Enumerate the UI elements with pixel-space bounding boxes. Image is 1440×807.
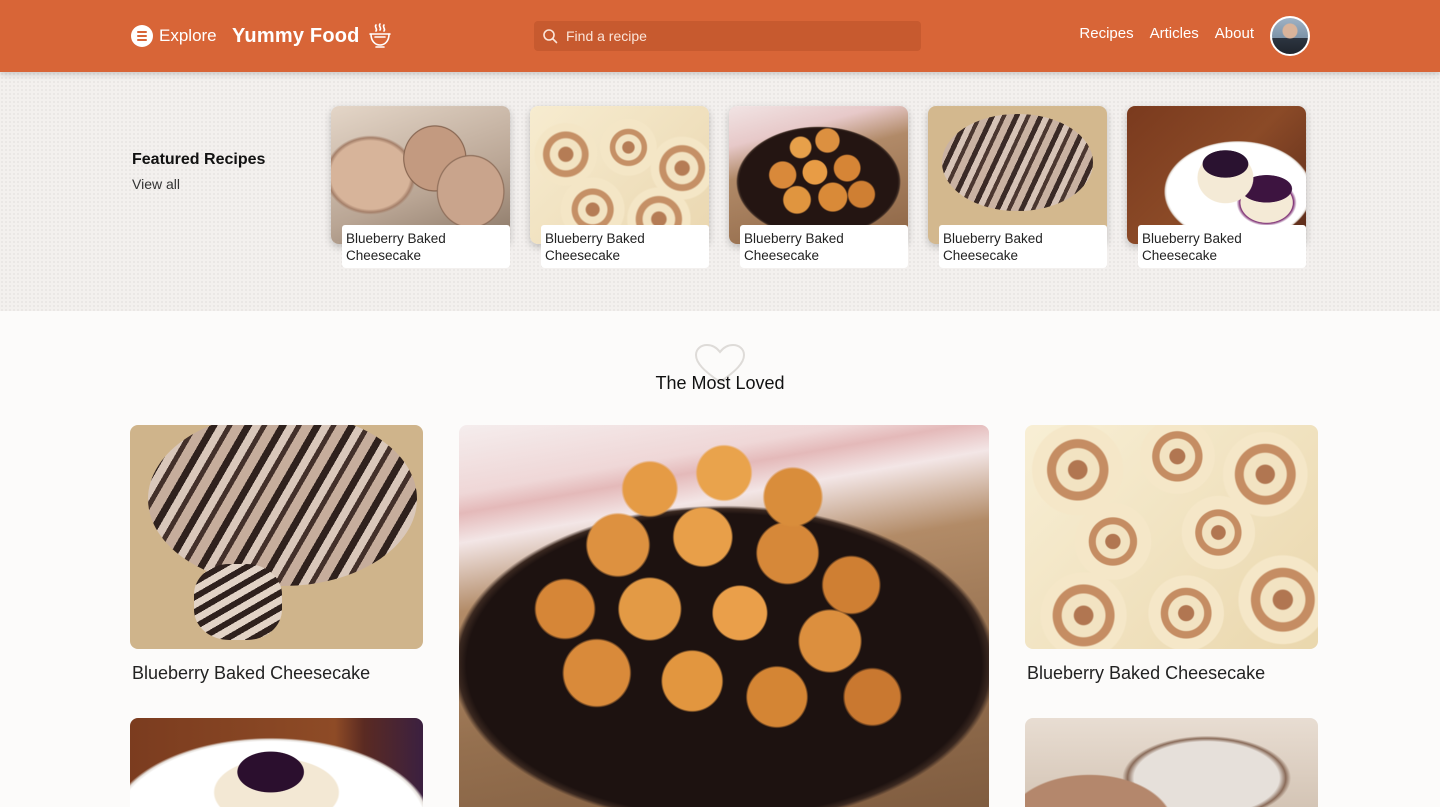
bread-loaf-image [1025,718,1318,807]
loved-card-title: Blueberry Baked Cheesecake [1027,663,1266,683]
featured-card[interactable]: Blueberry Baked Cheesecake [729,106,908,268]
cinnamon-rolls-image [530,106,709,244]
featured-card-title: Blueberry Baked Cheesecake [939,225,1107,268]
featured-card[interactable]: Blueberry Baked Cheesecake [331,106,510,268]
featured-card[interactable]: Blueberry Baked Cheesecake [530,106,709,268]
brand-logo-link[interactable]: Yummy Food [232,22,392,50]
steaming-bowl-icon [368,23,391,48]
featured-card-title: Blueberry Baked Cheesecake [342,225,510,268]
brand-name: Yummy Food [232,24,360,47]
search-input[interactable] [558,21,921,51]
loved-recipe-card[interactable]: Blueberry Baked Cheesecake [130,425,423,690]
chocolate-babka-image [130,425,423,649]
loved-recipe-card[interactable] [130,718,423,807]
featured-card[interactable]: Blueberry Baked Cheesecake [928,106,1107,268]
featured-title: Featured Recipes [132,151,266,168]
top-nav-bar: Explore Yummy Food Recipes Articles Abou… [0,0,1440,72]
loved-recipe-card[interactable]: Blueberry Baked Cheesecake [1025,425,1318,690]
bread-loaf-image [331,106,510,244]
chocolate-babka-image [928,106,1107,244]
loved-card-title: Blueberry Baked Cheesecake [132,663,371,683]
loved-recipe-card-featured[interactable] [459,425,989,807]
most-loved-title: The Most Loved [655,373,785,393]
featured-card-title: Blueberry Baked Cheesecake [740,225,908,268]
featured-card-title: Blueberry Baked Cheesecake [1138,225,1306,268]
loved-recipe-card[interactable] [1025,718,1318,807]
main-nav: Recipes Articles About [1079,25,1254,42]
nav-link-recipes[interactable]: Recipes [1079,25,1133,42]
explore-button[interactable]: Explore [131,24,217,48]
featured-card[interactable]: Blueberry Baked Cheesecake [1127,106,1306,268]
user-avatar[interactable] [1270,16,1310,56]
mini-cheesecakes-image [1127,106,1306,244]
cinnamon-rolls-image [1025,425,1318,649]
menu-icon [131,25,153,47]
search-icon [543,29,558,44]
view-all-link[interactable]: View all [132,176,180,192]
recipe-search-box[interactable] [534,21,921,51]
nav-link-about[interactable]: About [1215,25,1254,42]
featured-card-title: Blueberry Baked Cheesecake [541,225,709,268]
explore-label: Explore [159,26,217,45]
featured-recipes-section: Featured Recipes View all Blueberry Bake… [0,72,1440,311]
most-loved-heading: The Most Loved [0,344,1440,394]
syrup-donuts-image [459,425,989,807]
syrup-donuts-image [729,106,908,244]
nav-link-articles[interactable]: Articles [1150,25,1199,42]
mini-cheesecakes-image [130,718,423,807]
